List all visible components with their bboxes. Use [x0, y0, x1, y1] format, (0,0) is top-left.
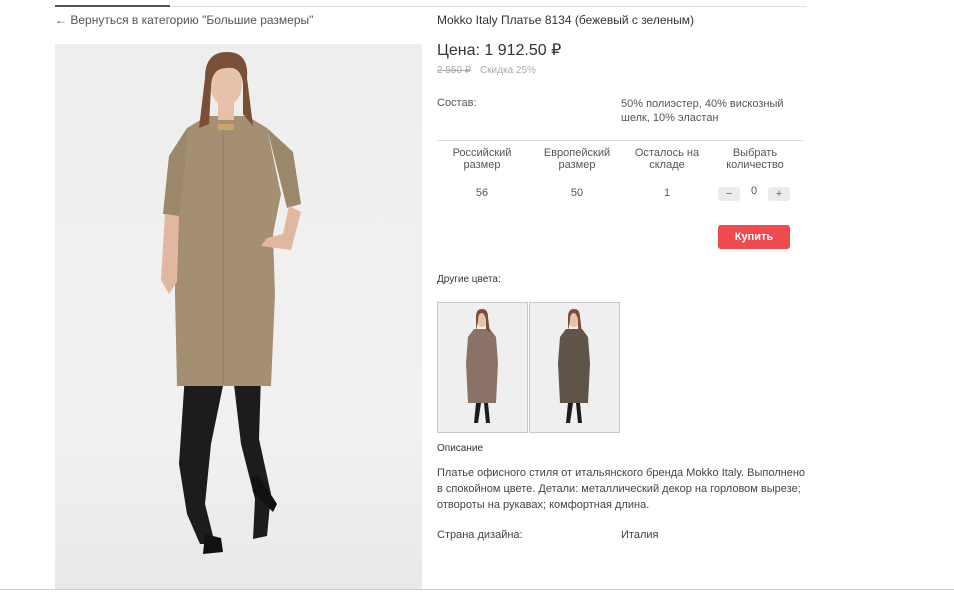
main-product-photo	[55, 44, 422, 590]
product-title: Mokko Italy Платье 8134 (бежевый с зелен…	[437, 13, 695, 27]
back-to-category-link[interactable]: ← Вернуться в категорию "Большие размеры…	[55, 13, 313, 27]
thumb-dress-image	[558, 309, 590, 423]
buy-button[interactable]: Купить	[718, 225, 790, 249]
composition-value: 50% полиэстер, 40% вискозный шелк, 10% э…	[621, 98, 784, 124]
bottom-divider	[0, 589, 954, 590]
column-header-eu-size: Европейский размер	[543, 147, 611, 171]
quantity-increase-button[interactable]: +	[768, 187, 790, 201]
model-in-dress-image	[161, 52, 301, 554]
discount-label: Скидка 25%	[479, 65, 536, 76]
arrow-left-icon: ←	[55, 13, 67, 27]
column-header-in-stock: Осталось на складе	[634, 147, 700, 171]
current-price: Цена: 1 912.50 ₽	[437, 42, 562, 59]
cell-in-stock: 1	[663, 187, 671, 199]
quantity-value[interactable]: 0	[746, 185, 762, 197]
back-link-label: Вернуться в категорию "Большие размеры"	[70, 13, 314, 27]
active-tab-underline	[55, 5, 170, 7]
cell-eu-size: 50	[570, 187, 584, 199]
description-label: Описание	[437, 443, 484, 454]
other-color-thumb-1[interactable]	[437, 302, 528, 433]
other-color-thumb-2[interactable]	[529, 302, 620, 433]
country-label: Страна дизайна:	[437, 529, 523, 541]
thumb-dress-image	[466, 309, 498, 423]
cell-ru-size: 56	[475, 187, 489, 199]
old-price: 2 550 ₽	[437, 65, 472, 76]
quantity-decrease-button[interactable]: −	[718, 187, 740, 201]
country-value: Италия	[621, 529, 659, 541]
description-text: Платье офисного стиля от итальянского бр…	[437, 467, 806, 511]
other-colors-label: Другие цвета:	[437, 274, 501, 285]
old-price-row: 2 550 ₽ Скидка 25%	[437, 65, 536, 76]
column-header-quantity: Выбрать количество	[726, 147, 784, 171]
table-divider	[437, 140, 804, 141]
column-header-ru-size: Российский размер	[452, 147, 512, 171]
product-page: ← Вернуться в категорию "Большие размеры…	[0, 0, 954, 593]
composition-label: Состав:	[437, 97, 477, 109]
top-divider	[170, 6, 806, 7]
